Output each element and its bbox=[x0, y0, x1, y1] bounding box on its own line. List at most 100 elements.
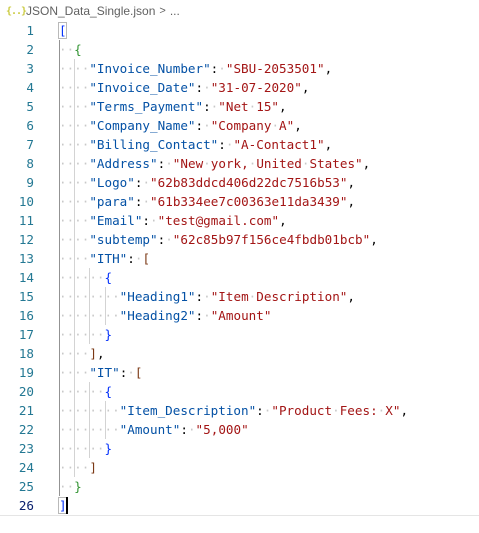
code-editor[interactable]: 1[2 ··{3 ····"Invoice_Number":·"SBU-205350… bbox=[0, 20, 479, 515]
whitespace-marker: · bbox=[142, 175, 151, 190]
breadcrumb-symbol-path[interactable]: ... bbox=[170, 4, 180, 18]
json-punctuation: : bbox=[180, 422, 188, 437]
code-line[interactable]: 18 ····], bbox=[0, 344, 479, 363]
code-text: ········"Item_Description":·"Product·Fee… bbox=[59, 401, 408, 420]
whitespace-marker: ···· bbox=[59, 460, 90, 475]
whitespace-marker: · bbox=[142, 194, 151, 209]
json-string: "Item·Description" bbox=[210, 289, 348, 304]
json-punctuation: { bbox=[74, 42, 82, 57]
code-line[interactable]: 17 ······} bbox=[0, 325, 479, 344]
json-string: "62b83ddcd406d22dc7516b53" bbox=[150, 175, 348, 190]
json-string: "SBU-2053501" bbox=[225, 61, 325, 76]
whitespace-marker: ···· bbox=[59, 156, 90, 171]
text-cursor bbox=[66, 497, 68, 514]
breadcrumb-filename[interactable]: JSON_Data_Single.json bbox=[26, 4, 155, 18]
line-number: 8 bbox=[26, 156, 34, 171]
json-string: "62c85b97f156ce4fbdb01bcb" bbox=[172, 232, 371, 247]
code-text: ····"Company_Name":·"Company·A", bbox=[59, 116, 302, 135]
whitespace-marker: ···· bbox=[59, 61, 90, 76]
json-key: "Amount" bbox=[119, 422, 181, 437]
json-punctuation: , bbox=[347, 194, 356, 209]
code-text: ······} bbox=[59, 325, 112, 344]
line-number: 20 bbox=[18, 384, 34, 399]
json-punctuation: , bbox=[362, 156, 371, 171]
whitespace-marker: ···· bbox=[59, 99, 90, 114]
json-punctuation: , bbox=[324, 61, 333, 76]
json-key: "IT" bbox=[89, 365, 120, 380]
code-text: ······{ bbox=[59, 382, 112, 401]
line-number: 4 bbox=[26, 80, 34, 95]
code-text: ····"IT":·[ bbox=[59, 363, 142, 382]
code-line[interactable]: 12 ····"subtemp":·"62c85b97f156ce4fbdb01b… bbox=[0, 230, 479, 249]
line-number: 1 bbox=[26, 23, 34, 38]
code-line[interactable]: 11 ····"Email":·"test@gmail.com", bbox=[0, 211, 479, 230]
whitespace-marker: ·· bbox=[59, 42, 75, 57]
whitespace-marker: · bbox=[203, 118, 211, 133]
code-line[interactable]: 20 ······{ bbox=[0, 382, 479, 401]
whitespace-marker: ···· bbox=[59, 118, 90, 133]
line-number: 13 bbox=[18, 251, 34, 266]
code-line[interactable]: 14 ······{ bbox=[0, 268, 479, 287]
whitespace-marker: ···· bbox=[59, 365, 90, 380]
line-number: 14 bbox=[18, 270, 34, 285]
code-text: ····"para":·"61b334ee7c00363e11da3439", bbox=[59, 192, 355, 211]
json-punctuation: , bbox=[400, 403, 409, 418]
code-text: ····"Billing_Contact":·"A-Contact1", bbox=[59, 135, 332, 154]
code-line[interactable]: 7 ····"Billing_Contact":·"A-Contact1", bbox=[0, 135, 479, 154]
json-punctuation: : bbox=[218, 137, 226, 152]
json-key: "Address" bbox=[89, 156, 158, 171]
json-string: "New·york,·United·States" bbox=[172, 156, 363, 171]
code-text: ······} bbox=[59, 439, 112, 458]
whitespace-marker: · bbox=[203, 289, 211, 304]
code-line[interactable]: 5 ····"Terms_Payment":·"Net·15", bbox=[0, 97, 479, 116]
line-number: 10 bbox=[18, 194, 34, 209]
code-line[interactable]: 6 ····"Company_Name":·"Company·A", bbox=[0, 116, 479, 135]
json-punctuation: , bbox=[96, 346, 105, 361]
code-text: ····"Invoice_Number":·"SBU-2053501", bbox=[59, 59, 332, 78]
code-line[interactable]: 4 ····"Invoice_Date":·"31-07-2020", bbox=[0, 78, 479, 97]
code-line[interactable]: 13 ····"ITH":·[ bbox=[0, 249, 479, 268]
json-key: "Item_Description" bbox=[119, 403, 257, 418]
code-line[interactable]: 23 ······} bbox=[0, 439, 479, 458]
line-number: 16 bbox=[18, 308, 34, 323]
whitespace-marker: ········ bbox=[59, 308, 120, 323]
code-line[interactable]: 26] bbox=[0, 496, 479, 515]
line-number: 12 bbox=[18, 232, 34, 247]
code-text: ········"Amount":·"5,000" bbox=[59, 420, 249, 439]
code-line[interactable]: 16 ········"Heading2":·"Amount" bbox=[0, 306, 479, 325]
whitespace-marker: ······ bbox=[59, 327, 105, 342]
json-key: "Invoice_Number" bbox=[89, 61, 211, 76]
whitespace-marker: ···· bbox=[59, 194, 90, 209]
line-number: 17 bbox=[18, 327, 34, 342]
code-line[interactable]: 24 ····] bbox=[0, 458, 479, 477]
code-line[interactable]: 1[ bbox=[0, 21, 479, 40]
code-line[interactable]: 19 ····"IT":·[ bbox=[0, 363, 479, 382]
json-string: "5,000" bbox=[195, 422, 249, 437]
json-punctuation: , bbox=[294, 118, 302, 133]
code-line[interactable]: 22 ········"Amount":·"5,000" bbox=[0, 420, 479, 439]
json-punctuation: [ bbox=[142, 251, 151, 266]
json-string: "test@gmail.com" bbox=[157, 213, 280, 228]
code-line[interactable]: 3 ····"Invoice_Number":·"SBU-2053501", bbox=[0, 59, 479, 78]
json-string: "Net·15" bbox=[218, 99, 280, 114]
code-line[interactable]: 9 ····"Logo":·"62b83ddcd406d22dc7516b53", bbox=[0, 173, 479, 192]
code-line[interactable]: 10 ····"para":·"61b334ee7c00363e11da3439"… bbox=[0, 192, 479, 211]
whitespace-marker: · bbox=[203, 80, 211, 95]
json-punctuation: } bbox=[104, 327, 113, 342]
json-key: "Invoice_Date" bbox=[89, 80, 196, 95]
line-number: 26 bbox=[18, 498, 34, 513]
code-line[interactable]: 21 ········"Item_Description":·"Product·F… bbox=[0, 401, 479, 420]
line-number: 2 bbox=[26, 42, 34, 57]
whitespace-marker: · bbox=[203, 308, 211, 323]
code-line[interactable]: 8 ····"Address":·"New·york,·United·States… bbox=[0, 154, 479, 173]
code-text: ····] bbox=[59, 458, 97, 477]
code-line[interactable]: 15 ········"Heading1":·"Item·Description"… bbox=[0, 287, 479, 306]
json-punctuation: } bbox=[74, 479, 82, 494]
json-punctuation: : bbox=[195, 80, 204, 95]
json-punctuation: : bbox=[142, 213, 151, 228]
code-line[interactable]: 2 ··{ bbox=[0, 40, 479, 59]
line-number: 6 bbox=[26, 118, 34, 133]
whitespace-marker: ···· bbox=[59, 232, 90, 247]
json-punctuation: : bbox=[256, 403, 264, 418]
code-line[interactable]: 25 ··} bbox=[0, 477, 479, 496]
